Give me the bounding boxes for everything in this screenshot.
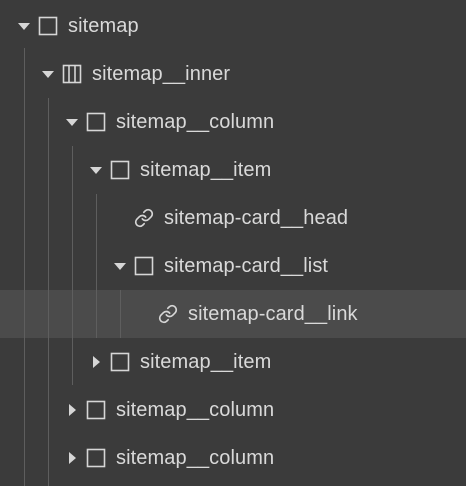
tree-row-label: sitemap__item xyxy=(140,159,272,181)
columns-layout-icon xyxy=(62,64,82,84)
tree-guide-line xyxy=(96,290,97,338)
tree-row-sitemap-column[interactable]: sitemap__column xyxy=(0,98,466,146)
tree-row-sitemap-card-head[interactable]: sitemap-card__head xyxy=(0,194,466,242)
caret-down-icon[interactable] xyxy=(114,260,126,272)
square-icon xyxy=(86,448,106,468)
square-icon xyxy=(38,16,58,36)
tree-row-label: sitemap__item xyxy=(140,351,272,373)
link-icon xyxy=(134,208,154,228)
tree-row-sitemap-card-link[interactable]: sitemap-card__link xyxy=(0,290,466,338)
tree-row-label: sitemap-card__link xyxy=(188,303,358,325)
link-icon xyxy=(158,304,178,324)
tree-row-label: sitemap__column xyxy=(116,399,275,421)
layer-tree-panel: sitemap sitemap__inner sitemap__column s… xyxy=(0,0,466,486)
caret-right-icon[interactable] xyxy=(90,356,102,368)
square-icon xyxy=(110,160,130,180)
tree-row-sitemap-column[interactable]: sitemap__column xyxy=(0,386,466,434)
caret-right-icon[interactable] xyxy=(66,404,78,416)
caret-down-icon[interactable] xyxy=(42,68,54,80)
tree-guide-line xyxy=(120,290,121,338)
caret-down-icon[interactable] xyxy=(90,164,102,176)
caret-down-icon[interactable] xyxy=(18,20,30,32)
tree-row-sitemap-inner[interactable]: sitemap__inner xyxy=(0,50,466,98)
tree-row-label: sitemap__column xyxy=(116,447,275,469)
tree-row-sitemap-item[interactable]: sitemap__item xyxy=(0,338,466,386)
square-icon xyxy=(134,256,154,276)
square-icon xyxy=(110,352,130,372)
tree-row-label: sitemap__inner xyxy=(92,63,231,85)
tree-row-sitemap-item[interactable]: sitemap__item xyxy=(0,146,466,194)
tree-row-sitemap-card-list[interactable]: sitemap-card__list xyxy=(0,242,466,290)
tree-guide-line xyxy=(48,290,49,338)
tree-guide-line xyxy=(24,290,25,338)
tree-row-label: sitemap-card__list xyxy=(164,255,329,277)
tree-row-sitemap-column[interactable]: sitemap__column xyxy=(0,434,466,482)
square-icon xyxy=(86,112,106,132)
tree-row-label: sitemap__column xyxy=(116,111,275,133)
caret-down-icon[interactable] xyxy=(66,116,78,128)
tree-row-sitemap[interactable]: sitemap xyxy=(0,2,466,50)
tree-row-label: sitemap-card__head xyxy=(164,207,349,229)
tree-guide-line xyxy=(72,290,73,338)
tree-row-label: sitemap xyxy=(68,15,139,37)
caret-right-icon[interactable] xyxy=(66,452,78,464)
square-icon xyxy=(86,400,106,420)
